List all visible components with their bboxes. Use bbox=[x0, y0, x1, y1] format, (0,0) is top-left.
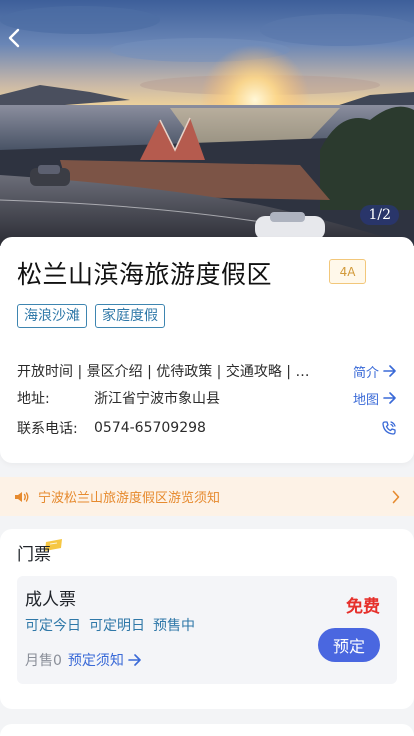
ticket-name: 成人票 bbox=[25, 590, 76, 610]
speaker-icon bbox=[15, 491, 29, 502]
arrow-right-icon bbox=[383, 365, 396, 377]
map-link-label: 地图 bbox=[352, 392, 379, 408]
ticket-item-adult[interactable]: 成人票 免费 可定今日 可定明日 预售中 月售0 预定须知 预定 bbox=[17, 576, 397, 684]
back-button[interactable] bbox=[8, 28, 30, 54]
chevron-left-icon bbox=[8, 28, 20, 48]
option-tomorrow: 可定明日 bbox=[89, 618, 145, 634]
next-section-card bbox=[0, 724, 414, 736]
intro-link[interactable]: 简介 bbox=[353, 362, 397, 381]
tag-beach[interactable]: 海浪沙滩 bbox=[17, 304, 87, 328]
level-badge: 4A bbox=[329, 259, 366, 284]
scenic-info-card: 松兰山滨海旅游度假区 4A 海浪沙滩 家庭度假 开放时间 | 景区介绍 | 优待… bbox=[0, 237, 414, 463]
monthly-sales: 月售0 bbox=[25, 653, 62, 669]
tag-list: 海浪沙滩 家庭度假 bbox=[17, 304, 165, 328]
intro-row[interactable]: 开放时间 | 景区介绍 | 优待政策 | 交通攻略 | … 简介 bbox=[17, 361, 397, 381]
hero-image[interactable]: 1/2 bbox=[0, 0, 414, 246]
intro-summary: 开放时间 | 景区介绍 | 优待政策 | 交通攻略 | … bbox=[17, 364, 310, 380]
image-page-counter: 1/2 bbox=[360, 205, 399, 225]
hero-illustration bbox=[0, 6, 414, 246]
tag-family[interactable]: 家庭度假 bbox=[95, 304, 165, 328]
ticket-price: 免费 bbox=[346, 597, 380, 617]
ticket-booking-options: 可定今日 可定明日 预售中 bbox=[25, 615, 195, 635]
option-today: 可定今日 bbox=[25, 618, 81, 634]
address-row[interactable]: 地址: 浙江省宁波市象山县 地图 bbox=[17, 388, 397, 408]
call-button[interactable] bbox=[381, 420, 397, 436]
chevron-right-icon bbox=[392, 490, 400, 503]
ticket-section: 门票 成人票 免费 可定今日 可定明日 预售中 月售0 预定须知 预定 bbox=[0, 529, 414, 709]
visit-notice-bar[interactable]: 宁波松兰山旅游度假区游览须知 bbox=[0, 477, 414, 516]
phone-label: 联系电话: bbox=[17, 421, 78, 437]
phone-row[interactable]: 联系电话: 0574-65709298 bbox=[17, 418, 397, 438]
arrow-right-icon bbox=[128, 654, 141, 666]
phone-value: 0574-65709298 bbox=[94, 420, 206, 436]
address-label: 地址: bbox=[17, 391, 50, 407]
intro-link-label: 简介 bbox=[352, 365, 379, 381]
option-presale: 预售中 bbox=[153, 618, 195, 634]
ticket-meta: 月售0 预定须知 bbox=[25, 650, 142, 670]
booking-rules-link[interactable]: 预定须知 bbox=[68, 650, 142, 670]
map-link[interactable]: 地图 bbox=[353, 389, 397, 408]
phone-icon bbox=[382, 421, 396, 435]
arrow-right-icon bbox=[383, 392, 396, 404]
ticket-section-header: 门票 bbox=[17, 539, 62, 566]
ticket-section-title: 门票 bbox=[17, 545, 51, 565]
page-title: 松兰山滨海旅游度假区 bbox=[17, 260, 273, 289]
booking-rules-label: 预定须知 bbox=[67, 653, 124, 669]
book-button[interactable]: 预定 bbox=[318, 628, 380, 662]
address-value: 浙江省宁波市象山县 bbox=[94, 391, 220, 407]
notice-text: 宁波松兰山旅游度假区游览须知 bbox=[38, 491, 221, 506]
